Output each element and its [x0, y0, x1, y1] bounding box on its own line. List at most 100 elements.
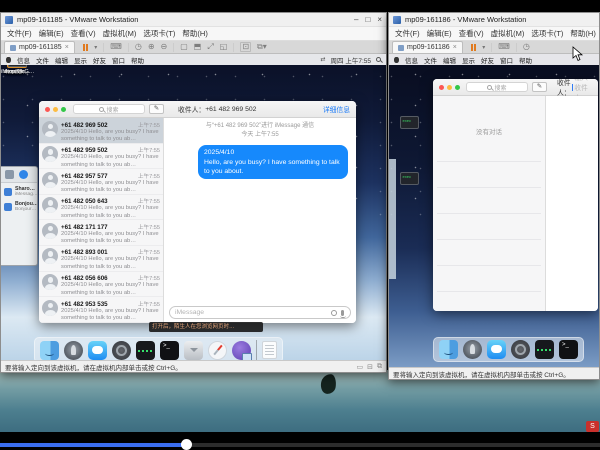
- pause-dropdown-icon[interactable]: ▾: [482, 44, 485, 51]
- layout-dropdown-icon[interactable]: ⧉▾: [257, 43, 267, 51]
- show-library-icon[interactable]: ▢: [180, 43, 188, 51]
- installer-dock-icon[interactable]: [184, 341, 203, 360]
- menu-item[interactable]: 查看(V): [71, 28, 96, 39]
- send-ctrl-alt-del-icon[interactable]: ⌨: [110, 43, 122, 51]
- launchpad-dock-icon[interactable]: [64, 341, 83, 360]
- macos-menu-item[interactable]: 显示: [462, 55, 475, 65]
- conversation-row[interactable]: +61 482 893 001 上午7:55 2025/4/10 Hello, …: [39, 246, 163, 272]
- conversation-row[interactable]: +61 482 957 577 上午7:55 2025/4/10 Hello, …: [39, 169, 163, 195]
- safari-dock-icon[interactable]: [208, 341, 227, 360]
- status-sound-icon[interactable]: ⧉: [377, 363, 382, 371]
- macos-menu-item[interactable]: 编辑: [443, 55, 456, 65]
- snapshot-clock-icon[interactable]: ◷: [523, 43, 530, 51]
- close-button[interactable]: ×: [377, 13, 382, 26]
- minimize-traffic-light[interactable]: [447, 85, 452, 90]
- preferences-dock-icon[interactable]: [112, 341, 131, 360]
- activity-monitor-dock-icon[interactable]: [136, 341, 155, 360]
- pause-vm-button[interactable]: [471, 44, 477, 51]
- desktop-icon[interactable]: [393, 116, 425, 129]
- macos-menu-item[interactable]: 文件: [424, 55, 437, 65]
- pause-vm-button[interactable]: [83, 44, 89, 51]
- macos-menu-item[interactable]: 显示: [74, 55, 87, 65]
- macos-menu-item[interactable]: 帮助: [519, 55, 532, 65]
- apple-menu-icon[interactable]: [6, 57, 11, 63]
- microphone-icon[interactable]: [341, 310, 344, 316]
- macos-menu-item[interactable]: 信息: [405, 55, 418, 65]
- titlebar[interactable]: mp09-161185 - VMware Workstation – □ ×: [1, 13, 386, 26]
- conversation-row[interactable]: +61 482 953 535 上午7:55 2025/4/10 Hello, …: [39, 297, 163, 323]
- messages-dock-icon[interactable]: [88, 341, 107, 360]
- message-input[interactable]: iMessage: [169, 306, 351, 319]
- console-preview-icon[interactable]: ⊡: [240, 42, 251, 52]
- macos-menu-item[interactable]: 编辑: [55, 55, 68, 65]
- macos-menu-item[interactable]: 帮助: [131, 55, 144, 65]
- messages-dock-icon[interactable]: [487, 340, 506, 359]
- general-prefs-icon[interactable]: [5, 170, 14, 179]
- close-traffic-light[interactable]: [45, 107, 50, 112]
- account-list-item[interactable]: Sharo… iMessag…: [1, 183, 37, 198]
- video-progress-handle[interactable]: [181, 439, 192, 450]
- desktop-icon[interactable]: [393, 172, 425, 185]
- launchpad-dock-icon[interactable]: [463, 340, 482, 359]
- terminal-dock-icon[interactable]: [160, 341, 179, 360]
- conversation-row[interactable]: +61 482 056 606 上午7:55 2025/4/10 Hello, …: [39, 272, 163, 298]
- preferences-dock-icon[interactable]: [511, 340, 530, 359]
- compose-button[interactable]: ✎: [532, 82, 547, 92]
- activity-monitor-dock-icon[interactable]: [535, 340, 554, 359]
- zoom-traffic-light[interactable]: [455, 85, 460, 90]
- spotlight-search-icon[interactable]: [376, 57, 381, 62]
- tab-close-icon[interactable]: ×: [65, 44, 69, 51]
- menu-item[interactable]: 文件(F): [395, 28, 420, 39]
- terminal-dock-icon[interactable]: [559, 340, 578, 359]
- menu-item[interactable]: 查看(V): [459, 28, 484, 39]
- menu-item[interactable]: 虚拟机(M): [103, 28, 137, 39]
- status-network-icon[interactable]: ⊟: [367, 363, 373, 371]
- minimize-button[interactable]: –: [354, 13, 358, 26]
- divider-dock-icon[interactable]: [256, 340, 257, 360]
- details-link[interactable]: 详细信息: [323, 104, 350, 114]
- to-value[interactable]: +61 482 969 502: [205, 106, 256, 113]
- menu-item[interactable]: 帮助(H): [182, 28, 207, 39]
- conversation-row[interactable]: +61 482 959 502 上午7:55 2025/4/10 Hello, …: [39, 144, 163, 170]
- menu-item[interactable]: 虚拟机(M): [491, 28, 525, 39]
- titlebar[interactable]: mp09-161186 - VMware Workstation: [389, 13, 599, 26]
- zoom-traffic-light[interactable]: [61, 107, 66, 112]
- macos-menu-item[interactable]: 好友: [481, 55, 494, 65]
- macos-menu-item[interactable]: 窗口: [500, 55, 513, 65]
- close-traffic-light[interactable]: [439, 85, 444, 90]
- menubar-clock[interactable]: 周四 上午7:55: [331, 55, 371, 65]
- minimize-traffic-light[interactable]: [53, 107, 58, 112]
- account-list-item[interactable]: Bonjou… Bonjour…: [1, 198, 37, 213]
- compose-button[interactable]: ✎: [149, 104, 164, 114]
- menu-item[interactable]: 文件(F): [7, 28, 32, 39]
- menu-item[interactable]: 选项卡(T): [531, 28, 563, 39]
- fullscreen-icon[interactable]: ⤢: [207, 43, 213, 51]
- console-view-icon[interactable]: ⬒: [194, 43, 202, 51]
- send-ctrl-alt-del-icon[interactable]: ⌨: [498, 43, 510, 51]
- conversation-row[interactable]: +61 482 050 643 上午7:55 2025/4/10 Hello, …: [39, 195, 163, 221]
- apple-menu-icon[interactable]: [394, 57, 399, 63]
- macos-menu-item[interactable]: 信息: [17, 55, 30, 65]
- macos-menu-item[interactable]: 窗口: [112, 55, 125, 65]
- search-input[interactable]: 搜索: [466, 82, 528, 92]
- emoji-icon[interactable]: [331, 310, 337, 316]
- macos-menu-item[interactable]: 好友: [93, 55, 106, 65]
- vm-tab[interactable]: mp09-161186 ×: [392, 41, 463, 53]
- network-dock-icon[interactable]: [232, 341, 251, 360]
- take-snapshot-icon[interactable]: ⊕: [148, 43, 155, 51]
- input-source-icon[interactable]: ⇄: [321, 56, 326, 63]
- tab-close-icon[interactable]: ×: [453, 44, 457, 51]
- conversation-row[interactable]: +61 482 171 177 上午7:55 2025/4/10 Hello, …: [39, 220, 163, 246]
- menu-item[interactable]: 编辑(E): [39, 28, 64, 39]
- maximize-button[interactable]: □: [365, 13, 370, 26]
- document-dock-icon[interactable]: [262, 341, 277, 359]
- macos-menu-item[interactable]: 文件: [36, 55, 49, 65]
- status-hdd-icon[interactable]: ▭: [357, 363, 364, 371]
- conversation-row[interactable]: +61 482 969 502 上午7:55 2025/4/10 Hello, …: [39, 118, 163, 144]
- menu-item[interactable]: 帮助(H): [570, 28, 595, 39]
- vm-tab[interactable]: mp09-161185 ×: [4, 41, 75, 53]
- finder-dock-icon[interactable]: [439, 340, 458, 359]
- finder-dock-icon[interactable]: [40, 341, 59, 360]
- accounts-prefs-icon[interactable]: [19, 170, 28, 179]
- video-progress-track[interactable]: [0, 443, 600, 447]
